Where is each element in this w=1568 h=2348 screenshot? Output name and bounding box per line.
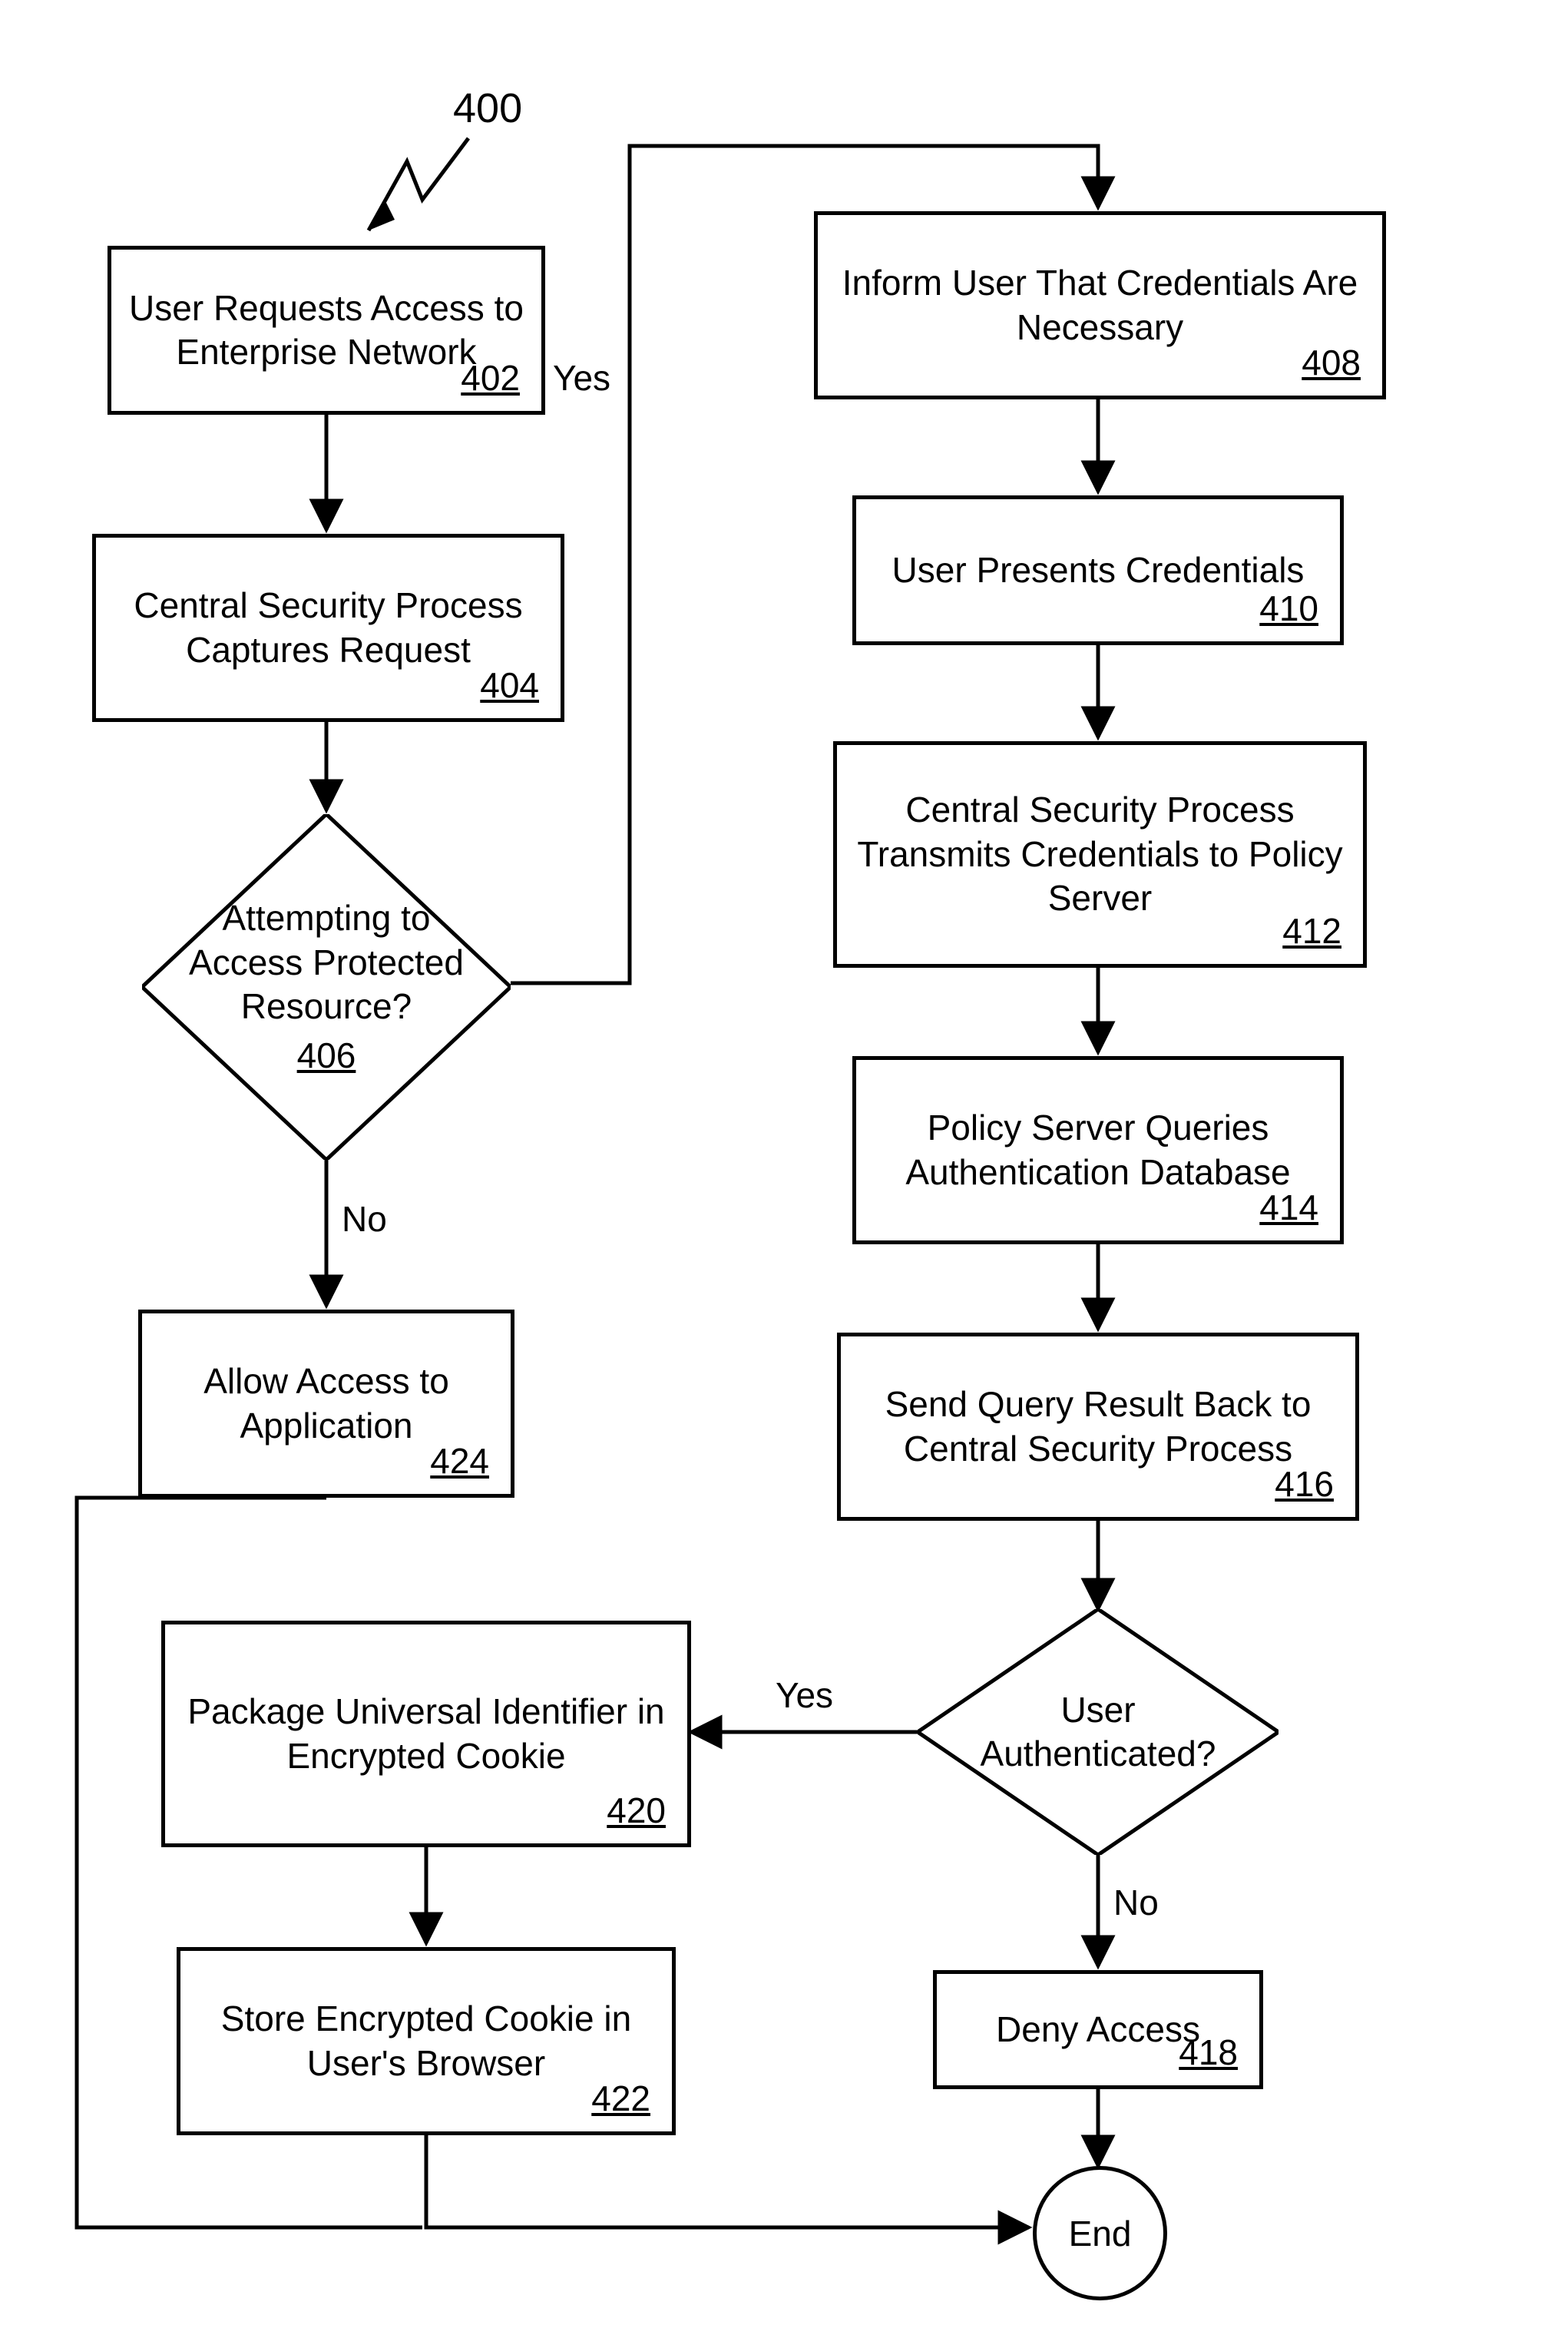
node-404-ref: 404 (480, 664, 539, 708)
node-406-text: Attempting to Access Protected Resource? (188, 896, 465, 1029)
node-416-ref: 416 (1275, 1462, 1334, 1507)
node-414-ref: 414 (1259, 1186, 1318, 1230)
node-410: User Presents Credentials 410 (852, 495, 1344, 645)
edge-406-yes: Yes (553, 357, 610, 399)
node-422-ref: 422 (591, 2077, 650, 2121)
node-424: Allow Access to Application 424 (138, 1310, 514, 1498)
node-414: Policy Server Queries Authentication Dat… (852, 1056, 1344, 1244)
node-412-text: Central Security Process Transmits Crede… (852, 788, 1348, 921)
node-420-ref: 420 (607, 1789, 666, 1833)
node-410-ref: 410 (1259, 587, 1318, 631)
node-user-auth: User Authenticated? (918, 1609, 1279, 1855)
node-end-text: End (1069, 2213, 1132, 2254)
edge-406-no: No (342, 1198, 387, 1240)
node-406: Attempting to Access Protected Resource?… (142, 814, 511, 1160)
node-416: Send Query Result Back to Central Securi… (837, 1333, 1359, 1521)
node-404-text: Central Security Process Captures Reques… (111, 584, 545, 672)
node-412: Central Security Process Transmits Crede… (833, 741, 1367, 968)
node-424-ref: 424 (430, 1439, 489, 1484)
node-408-ref: 408 (1302, 341, 1361, 386)
figure-number: 400 (453, 84, 522, 132)
node-402: User Requests Access to Enterprise Netwo… (108, 246, 545, 415)
edge-auth-yes: Yes (776, 1674, 833, 1716)
node-422: Store Encrypted Cookie in User's Browser… (177, 1947, 676, 2135)
node-414-text: Policy Server Queries Authentication Dat… (872, 1106, 1325, 1194)
node-402-ref: 402 (461, 356, 520, 401)
node-418: Deny Access 418 (933, 1970, 1263, 2089)
node-418-ref: 418 (1179, 2031, 1238, 2075)
node-410-text: User Presents Credentials (892, 548, 1305, 593)
node-418-text: Deny Access (996, 2008, 1200, 2052)
node-420: Package Universal Identifier in Encrypte… (161, 1621, 691, 1847)
node-420-text: Package Universal Identifier in Encrypte… (180, 1690, 672, 1778)
node-408-text: Inform User That Credentials Are Necessa… (833, 261, 1367, 349)
edge-auth-no: No (1113, 1882, 1159, 1923)
node-404: Central Security Process Captures Reques… (92, 534, 564, 722)
node-424-text: Allow Access to Application (157, 1359, 495, 1448)
node-416-text: Send Query Result Back to Central Securi… (856, 1383, 1340, 1471)
node-412-ref: 412 (1282, 909, 1341, 954)
node-406-ref: 406 (297, 1034, 356, 1078)
node-422-text: Store Encrypted Cookie in User's Browser (196, 1997, 657, 2085)
figure-number-text: 400 (453, 85, 522, 131)
node-end: End (1033, 2166, 1167, 2300)
node-408: Inform User That Credentials Are Necessa… (814, 211, 1386, 399)
flowchart-canvas: 400 User Requests Access to Enterprise N… (0, 0, 1568, 2348)
node-user-auth-text: User Authenticated? (968, 1688, 1229, 1777)
